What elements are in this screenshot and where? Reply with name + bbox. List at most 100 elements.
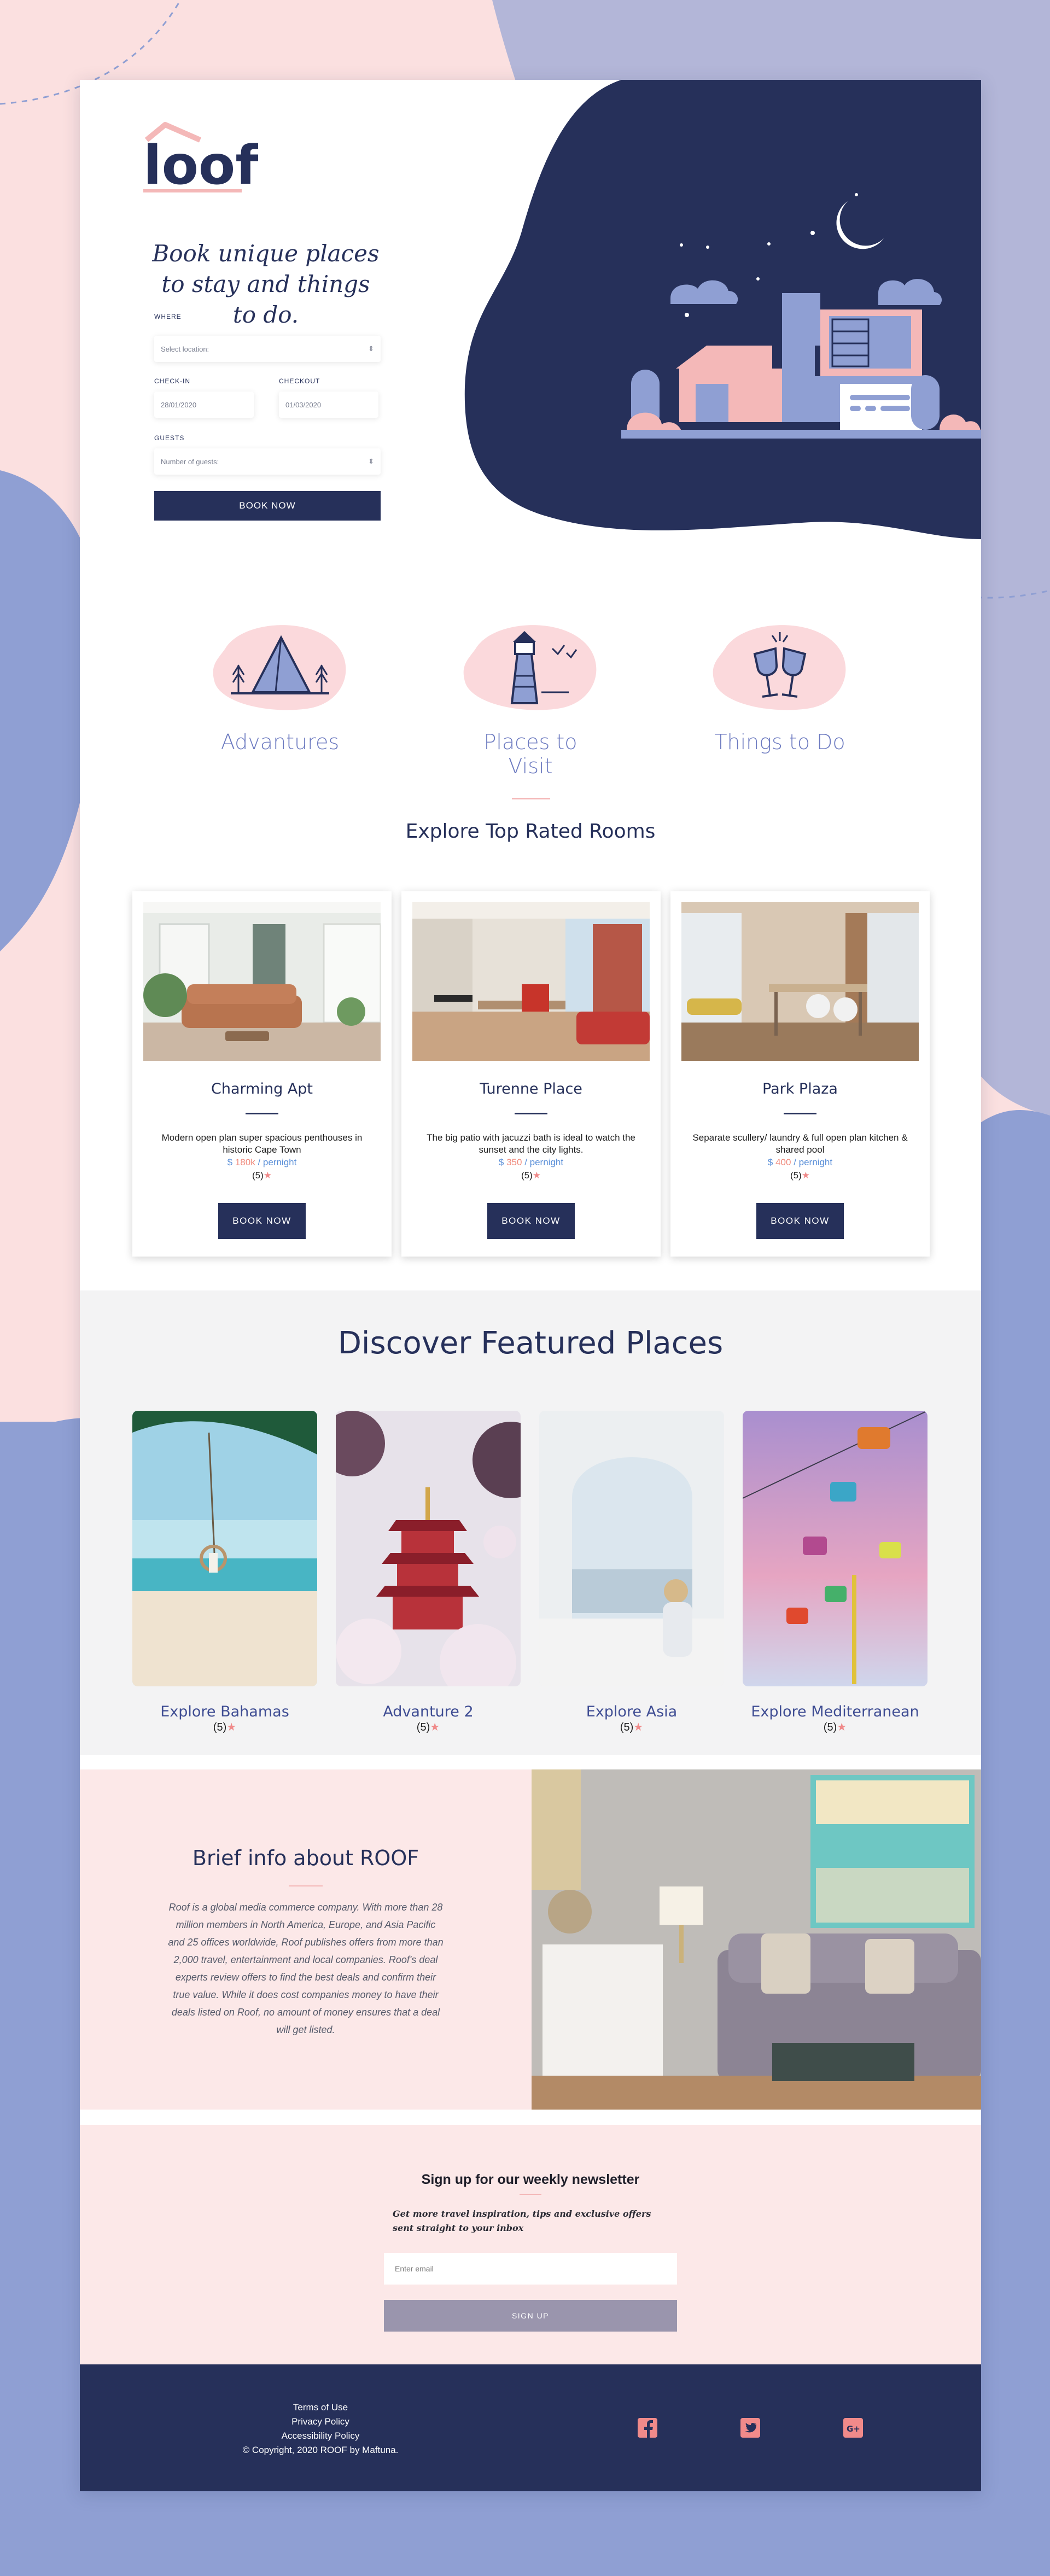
select-arrows-icon: ⇕ xyxy=(368,457,374,465)
location-select-value: Select location: xyxy=(161,344,209,353)
star-icon: ★ xyxy=(837,1721,847,1733)
star-icon: ★ xyxy=(430,1721,440,1733)
facebook-icon[interactable] xyxy=(637,2417,658,2439)
category-label: Advantures xyxy=(220,730,340,754)
place-photo-bahamas xyxy=(132,1411,317,1686)
twitter-icon[interactable] xyxy=(739,2417,761,2439)
accessibility-link[interactable]: Accessibility Policy xyxy=(238,2429,402,2443)
room-rating: (5)★ xyxy=(252,1170,272,1181)
footer: Terms of Use Privacy Policy Accessibilit… xyxy=(80,2364,981,2491)
room-rating: (5)★ xyxy=(790,1170,810,1181)
room-title-rule xyxy=(515,1113,547,1114)
category-label: Places to Visit xyxy=(483,730,578,778)
room-name: Park Plaza xyxy=(762,1080,838,1097)
info-text: Roof is a global media commerce company.… xyxy=(168,1902,444,2035)
svg-text:loof: loof xyxy=(143,135,258,195)
room-name: Charming Apt xyxy=(211,1080,313,1097)
place-photo-pagoda xyxy=(319,1411,549,1701)
living-room-photo xyxy=(532,1769,981,2110)
room-card: Turenne Place The big patio with jacuzzi… xyxy=(401,891,661,1257)
room-photo-charming-apt xyxy=(143,902,381,1061)
where-label: WHERE xyxy=(154,313,182,320)
star-icon: ★ xyxy=(226,1721,237,1733)
category-places-to-visit[interactable]: Places to Visit xyxy=(459,616,602,778)
guests-select-value: Number of guests: xyxy=(161,457,219,466)
privacy-link[interactable]: Privacy Policy xyxy=(238,2415,402,2429)
place-rating: (5)★ xyxy=(416,1721,440,1733)
room-price-amount: 400 xyxy=(775,1157,791,1167)
place-name: Explore Bahamas xyxy=(160,1703,289,1720)
room-title-rule xyxy=(246,1113,278,1114)
featured-section: Discover Featured Places Explore Bahamas… xyxy=(80,1290,981,1755)
room-photo-turenne-place xyxy=(412,902,650,1061)
newsletter-subtitle: Get more travel inspiration, tips and ex… xyxy=(393,2209,651,2233)
guests-select[interactable]: Number of guests: ⇕ xyxy=(154,448,381,475)
category-label: Things to Do xyxy=(714,730,845,754)
place-rating: (5)★ xyxy=(213,1721,237,1733)
room-card: Charming Apt Modern open plan super spac… xyxy=(132,891,392,1257)
rooms-section-title: Explore Top Rated Rooms xyxy=(405,820,656,843)
guests-label: GUESTS xyxy=(154,434,185,442)
checkin-date-value: 28/01/2020 xyxy=(161,400,197,409)
category-advantures[interactable]: Advantures xyxy=(209,616,351,754)
place-rating: (5)★ xyxy=(823,1721,847,1733)
place-card-mediterranean[interactable]: Explore Mediterranean (5)★ xyxy=(742,1410,928,1734)
hero-illustration xyxy=(464,80,981,539)
place-name: Advanture 2 xyxy=(383,1703,474,1720)
newsletter-title: Sign up for our weekly newsletter xyxy=(421,2172,640,2187)
info-divider xyxy=(289,1885,323,1886)
room-rating: (5)★ xyxy=(521,1170,541,1181)
select-arrows-icon: ⇕ xyxy=(368,344,374,353)
room-book-now-button[interactable]: BOOK NOW xyxy=(756,1203,844,1239)
section-divider xyxy=(512,798,550,799)
place-name: Explore Mediterranean xyxy=(751,1703,919,1720)
tent-icon xyxy=(213,625,346,710)
room-price: $ 350 / pernight xyxy=(498,1157,564,1167)
room-photo-park-plaza xyxy=(681,902,919,1061)
hero-book-now-button[interactable]: BOOK NOW xyxy=(154,491,381,521)
email-placeholder: Enter email xyxy=(395,2264,434,2273)
wine-glasses-icon xyxy=(713,625,846,710)
newsletter-divider xyxy=(520,2194,541,2195)
newsletter-signup-button[interactable]: SIGN UP xyxy=(384,2300,677,2332)
room-book-now-button[interactable]: BOOK NOW xyxy=(218,1203,306,1239)
star-icon: ★ xyxy=(801,1170,810,1181)
place-card-asia[interactable]: Explore Asia (5)★ xyxy=(539,1411,724,1734)
room-book-now-button[interactable]: BOOK NOW xyxy=(487,1203,575,1239)
place-photo-mediterranean xyxy=(742,1410,928,1686)
place-card-bahamas[interactable]: Explore Bahamas (5)★ xyxy=(132,1411,317,1734)
room-description: The big patio with jacuzzi bath is ideal… xyxy=(427,1132,635,1155)
room-card: Park Plaza Separate scullery/ laundry & … xyxy=(670,891,930,1257)
google-plus-icon[interactable]: G+ xyxy=(842,2417,864,2439)
logo[interactable]: loof xyxy=(143,118,259,197)
info-title: Brief info about ROOF xyxy=(192,1846,419,1870)
star-icon: ★ xyxy=(263,1170,272,1181)
newsletter-email-input[interactable]: Enter email xyxy=(384,2253,677,2285)
place-rating: (5)★ xyxy=(620,1721,644,1733)
footer-links: Terms of Use Privacy Policy Accessibilit… xyxy=(238,2400,402,2457)
checkout-label: CHECKOUT xyxy=(279,377,320,385)
room-description: Modern open plan super spacious penthous… xyxy=(161,1132,363,1155)
place-card-advanture-2[interactable]: Advanture 2 (5)★ xyxy=(319,1411,549,1734)
checkin-label: CHECK-IN xyxy=(154,377,191,385)
star-icon: ★ xyxy=(532,1170,541,1181)
checkout-date-input[interactable]: 01/03/2020 xyxy=(279,392,378,418)
star-icon: ★ xyxy=(633,1721,644,1733)
room-price-amount: 180k xyxy=(235,1157,255,1167)
hero-title: Book unique places to stay and things to… xyxy=(152,240,380,328)
room-price-amount: 350 xyxy=(506,1157,522,1167)
place-name: Explore Asia xyxy=(586,1703,678,1720)
room-name: Turenne Place xyxy=(480,1080,582,1097)
room-price-unit: / pernight xyxy=(794,1157,833,1167)
room-description: Separate scullery/ laundry & full open p… xyxy=(692,1132,908,1155)
terms-link[interactable]: Terms of Use xyxy=(238,2400,402,2415)
room-price-unit: / pernight xyxy=(524,1157,564,1167)
info-section: Brief info about ROOF Roof is a global m… xyxy=(80,1769,532,2110)
location-select[interactable]: Select location: ⇕ xyxy=(154,336,381,362)
checkout-date-value: 01/03/2020 xyxy=(285,400,322,409)
room-title-rule xyxy=(784,1113,816,1114)
checkin-date-input[interactable]: 28/01/2020 xyxy=(154,392,254,418)
category-things-to-do[interactable]: Things to Do xyxy=(709,616,851,754)
lighthouse-icon xyxy=(463,625,597,710)
logo-mark: loof xyxy=(143,122,259,197)
